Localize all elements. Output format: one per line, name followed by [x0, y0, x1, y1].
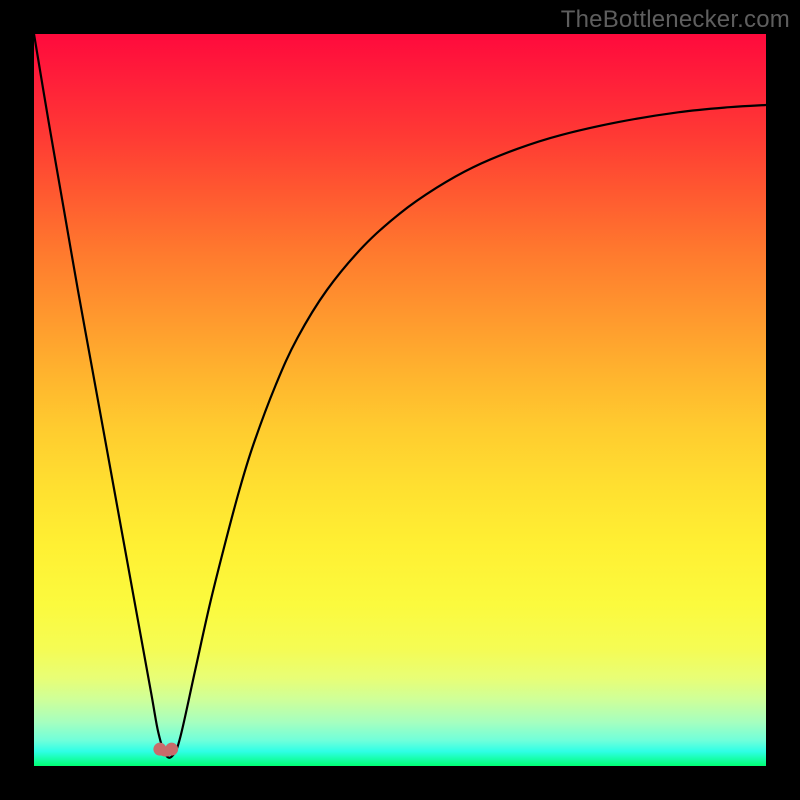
- valley-right-marker: [165, 743, 178, 756]
- valley-left-marker: [153, 743, 166, 756]
- watermark-text: TheBottlenecker.com: [561, 6, 790, 34]
- bottleneck-curve: [34, 34, 766, 758]
- plot-area: [34, 34, 766, 766]
- chart-frame: TheBottlenecker.com: [0, 0, 800, 800]
- curve-layer: [34, 34, 766, 766]
